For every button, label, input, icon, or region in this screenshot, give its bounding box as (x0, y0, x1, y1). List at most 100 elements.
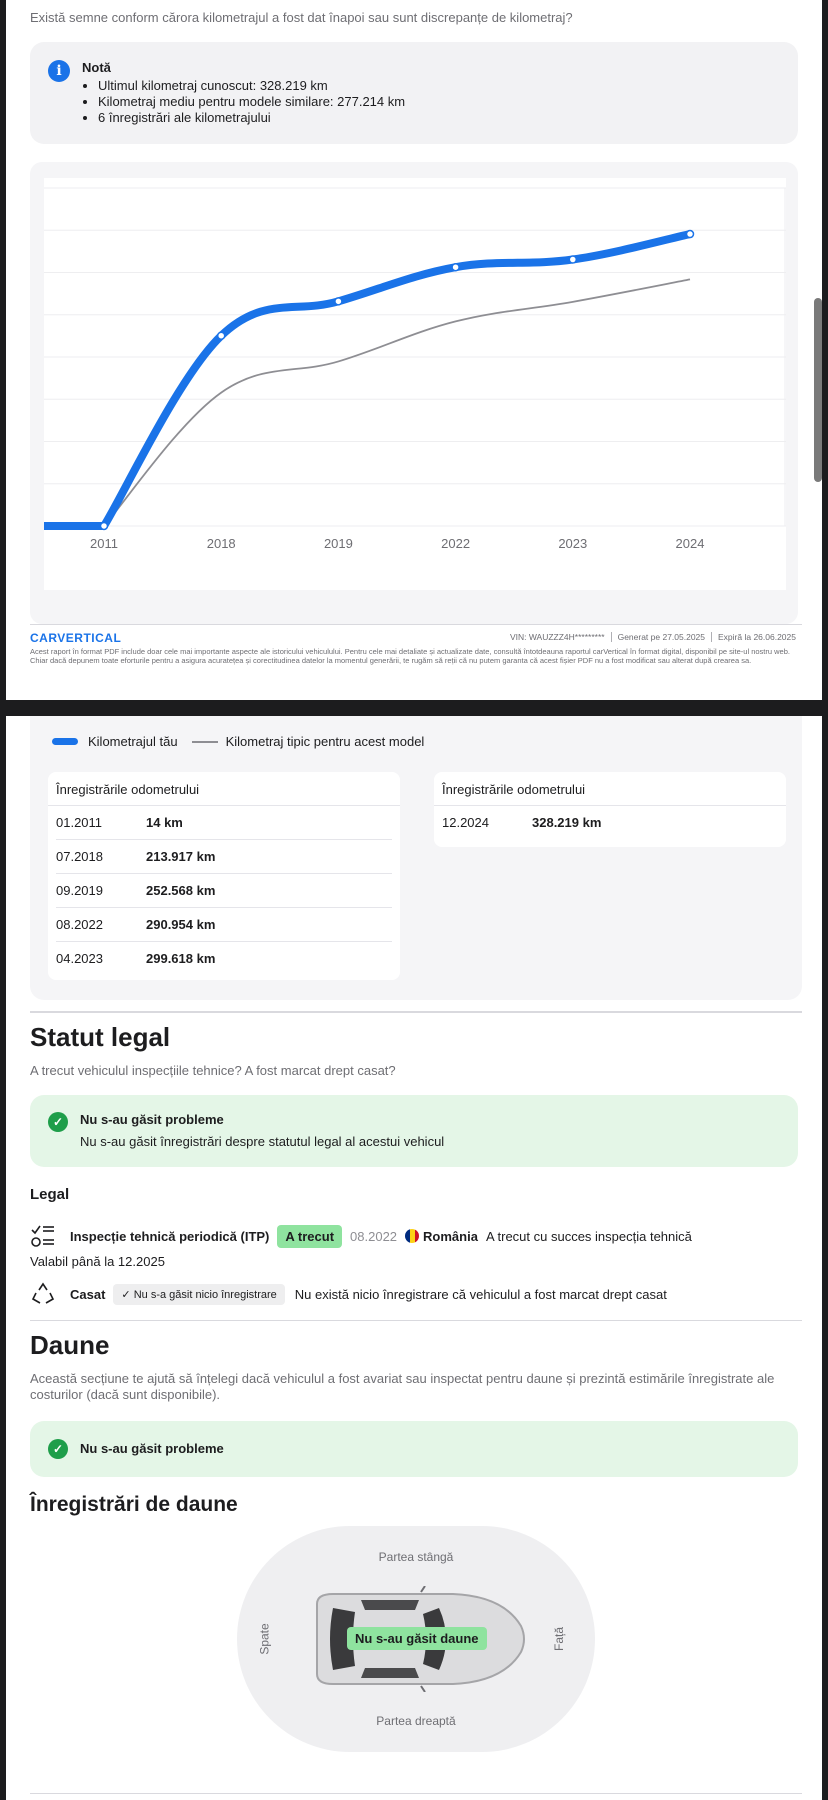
odometer-table-heading: Înregistrările odometrului (434, 772, 786, 806)
mileage-chart-card: 2011 2018 2019 2022 2023 2024 (30, 162, 798, 624)
odometer-date: 09.2019 (56, 883, 103, 898)
left-side-label: Partea stângă (378, 1550, 454, 1564)
odometer-table-right: Înregistrările odometrului 12.2024 328.21… (434, 772, 786, 847)
table-row: 12.2024 328.219 km (442, 806, 778, 839)
legal-status-subtitle: A trecut vehiculul inspecțiile tehnice? … (30, 1063, 396, 1078)
generated-date: Generat pe 27.05.2025 (610, 632, 712, 642)
legend-yours-swatch (52, 738, 78, 745)
table-row: 08.2022 290.954 km (56, 908, 392, 942)
data-point (451, 262, 460, 272)
no-damage-badge: Nu s-au găsit daune (347, 1627, 487, 1650)
legal-status-box-text: Nu s-au găsit înregistrări despre statut… (80, 1134, 445, 1149)
series-line-yours (100, 230, 694, 530)
legal-status-box-title: Nu s-au găsit probleme (80, 1112, 224, 1127)
itp-row: Inspecție tehnică periodică (ITP) A trec… (30, 1223, 692, 1249)
odometer-km: 299.618 km (146, 951, 216, 966)
odometer-km: 328.219 km (532, 815, 602, 830)
damage-subtitle: Această secțiune te ajută să înțelegi da… (30, 1371, 775, 1402)
carvertical-logo: CARVERTICAL (30, 631, 122, 645)
odometer-table-left: Înregistrările odometrului 01.2011 14 km … (48, 772, 400, 980)
mileage-chart-svg: 2011 2018 2019 2022 2023 2024 (44, 187, 786, 551)
data-point (334, 297, 343, 306)
disclaimer-text: Acest raport în format PDF include doar … (30, 647, 790, 665)
scrollbar[interactable] (814, 298, 822, 482)
note-item: Kilometraj mediu pentru modele similare:… (98, 94, 405, 110)
damage-status-box-title: Nu s-au găsit probleme (80, 1441, 224, 1456)
odometer-km: 290.954 km (146, 917, 216, 932)
itp-valid-until: Valabil până la 12.2025 (30, 1254, 165, 1269)
odometer-card: Kilometrajul tău Kilometraj tipic pentru… (30, 716, 802, 1000)
romania-flag-icon (405, 1229, 420, 1243)
mileage-chart: 2011 2018 2019 2022 2023 2024 (44, 178, 786, 590)
scrapped-row: Casat ✓ Nu s-a găsit nicio înregistrare … (30, 1281, 667, 1307)
table-row: 01.2011 14 km (56, 806, 392, 840)
damage-diagram: Partea stângă Partea dreaptă Spate Față … (237, 1526, 595, 1752)
report-page-1: Există semne conform cărora kilometrajul… (6, 0, 822, 700)
data-point (685, 229, 695, 239)
rear-label: Spate (257, 1623, 272, 1655)
scrapped-badge-label: Nu s-a găsit nicio înregistrare (133, 1288, 277, 1301)
section-divider (30, 1320, 802, 1321)
data-point (99, 521, 109, 531)
front-label: Față (552, 1626, 567, 1652)
itp-description: A trecut cu succes inspecția tehnică (485, 1228, 692, 1244)
odometer-date: 08.2022 (56, 917, 103, 932)
table-row: 04.2023 299.618 km (56, 942, 392, 975)
info-icon: i (48, 60, 70, 82)
legend-yours: Kilometrajul tău (88, 734, 178, 749)
itp-status-badge: A trecut (277, 1224, 343, 1248)
odometer-date: 01.2011 (56, 815, 103, 830)
odometer-km: 213.917 km (146, 849, 216, 864)
checklist-icon (31, 1225, 54, 1247)
scrapped-description: Nu există nicio înregistrare că vehiculu… (294, 1286, 667, 1302)
legal-status-title: Statut legal (30, 1022, 171, 1052)
itp-country: România (423, 1228, 478, 1244)
x-tick-label: 2018 (207, 536, 236, 551)
data-point (568, 255, 578, 264)
legend-typical-swatch (191, 740, 218, 743)
damage-title: Daune (30, 1330, 110, 1360)
odometer-date: 12.2024 (442, 815, 489, 830)
x-tick-label: 2022 (441, 536, 470, 551)
recycle-icon (31, 1282, 55, 1304)
check-icon: ✓ (48, 1112, 68, 1132)
note-box: i Notă Ultimul kilometraj cunoscut: 328.… (30, 42, 798, 144)
table-row: 07.2018 213.917 km (56, 840, 392, 874)
itp-name: Inspecție tehnică periodică (ITP) (70, 1228, 270, 1244)
itp-date: 08.2022 (350, 1228, 398, 1244)
data-point (216, 331, 226, 340)
check-icon: ✓ (48, 1439, 68, 1459)
section-divider (30, 1011, 802, 1013)
expiry-date: Expiră la 26.06.2025 (711, 632, 802, 642)
x-tick-label: 2011 (90, 536, 118, 551)
report-footer: CARVERTICAL VIN: WAUZZZ4H********* Genera… (30, 624, 802, 665)
table-row: 09.2019 252.568 km (56, 874, 392, 908)
scrapped-badge: ✓ Nu s-a găsit nicio înregistrare (113, 1283, 285, 1305)
x-tick-label: 2023 (558, 536, 587, 551)
x-tick-label: 2024 (676, 536, 705, 551)
legal-section-label: Legal (30, 1186, 70, 1203)
odometer-question: Există semne conform cărora kilometrajul… (30, 10, 573, 25)
section-divider (30, 1793, 802, 1794)
note-list: Ultimul kilometraj cunoscut: 328.219 km … (82, 78, 405, 126)
damage-status-box: ✓ Nu s-au găsit probleme (30, 1421, 798, 1477)
series-line-typical (103, 278, 691, 527)
chart-legend: Kilometrajul tău Kilometraj tipic pentru… (52, 734, 424, 749)
legal-status-box: ✓ Nu s-au găsit probleme Nu s-au găsit î… (30, 1095, 798, 1167)
odometer-table-heading: Înregistrările odometrului (48, 772, 400, 806)
odometer-km: 14 km (146, 815, 183, 830)
scrapped-name: Casat (70, 1286, 106, 1302)
odometer-date: 04.2023 (56, 951, 103, 966)
report-meta: VIN: WAUZZZ4H********* Generat pe 27.05.2… (504, 632, 802, 642)
note-item: Ultimul kilometraj cunoscut: 328.219 km (98, 78, 405, 94)
right-side-label: Partea dreaptă (376, 1714, 456, 1728)
report-page-2: Kilometrajul tău Kilometraj tipic pentru… (6, 716, 822, 1800)
odometer-date: 07.2018 (56, 849, 103, 864)
note-title: Notă (82, 60, 111, 75)
vin-number: VIN: WAUZZZ4H********* (509, 632, 605, 642)
odometer-km: 252.568 km (146, 883, 216, 898)
x-tick-label: 2019 (324, 536, 353, 551)
legend-typical: Kilometraj tipic pentru acest model (225, 734, 425, 749)
damage-records-title: Înregistrări de daune (30, 1493, 238, 1516)
note-item: 6 înregistrări ale kilometrajului (98, 110, 405, 126)
